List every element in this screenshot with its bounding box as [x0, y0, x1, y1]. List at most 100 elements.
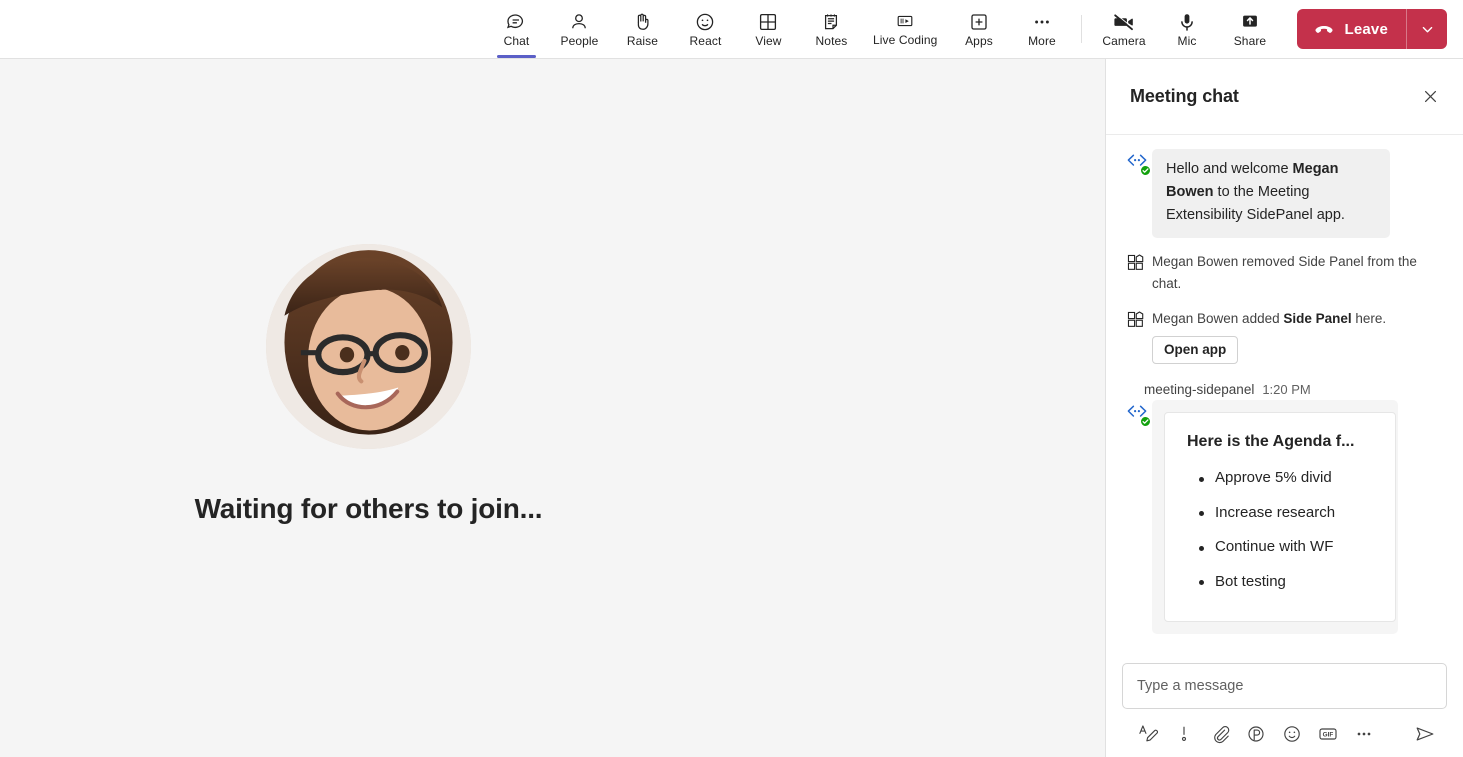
emoji-button[interactable] [1274, 719, 1310, 749]
gif-button[interactable]: GIF [1310, 719, 1346, 749]
meeting-chat-panel: Meeting chat Hello and welcome Megan Bow… [1105, 59, 1463, 757]
toolbar-item-camera[interactable]: Camera [1092, 0, 1155, 58]
toolbar-item-raise[interactable]: Raise [611, 0, 674, 58]
stage-content: Waiting for others to join... [194, 243, 543, 525]
chat-message-meta: meeting-sidepanel 1:20 PM [1106, 370, 1463, 400]
svg-text:GIF: GIF [1323, 732, 1334, 739]
leave-options-button[interactable] [1407, 9, 1447, 49]
system-message-text: Megan Bowen added Side Panel here. [1152, 307, 1386, 330]
toolbar-item-live-coding[interactable]: Live Coding [863, 0, 947, 58]
format-text-icon [1138, 724, 1158, 744]
avatar-photo [265, 243, 471, 449]
agenda-list-item: Continue with WF [1199, 530, 1395, 565]
send-message-button[interactable] [1407, 719, 1443, 749]
toolbar-item-share[interactable]: Share [1218, 0, 1281, 58]
compose-toolbar: GIF [1122, 709, 1447, 749]
toolbar-item-notes[interactable]: Notes [800, 0, 863, 58]
toolbar-item-react[interactable]: React [674, 0, 737, 58]
system-text-part: Megan Bowen added [1152, 311, 1284, 326]
message-input[interactable] [1137, 678, 1432, 694]
toolbar-item-chat[interactable]: Chat [485, 0, 548, 58]
toolbar-item-apps[interactable]: Apps [947, 0, 1010, 58]
toolbar-item-more[interactable]: More [1010, 0, 1073, 58]
message-avatar-gutter [1126, 307, 1152, 329]
toolbar-item-label: Camera [1102, 34, 1146, 48]
agenda-list-item: Bot testing [1199, 565, 1395, 600]
toolbar-item-label: View [755, 34, 782, 48]
agenda-adaptive-card[interactable]: Here is the Agenda f... Approve 5% divid… [1164, 412, 1396, 622]
set-importance-button[interactable] [1166, 719, 1202, 749]
agenda-list-item: Approve 5% divid [1199, 461, 1395, 496]
meeting-toolbar: Chat People Raise React View Notes Live … [0, 0, 1463, 59]
live-coding-icon [894, 10, 916, 32]
verified-check-badge [1140, 165, 1151, 176]
hangup-phone-icon [1313, 18, 1335, 40]
chat-bubble-text: Hello and welcome Megan Bowen to the Mee… [1152, 149, 1390, 238]
agenda-list-item: Increase research [1199, 496, 1395, 531]
chat-message-list[interactable]: Hello and welcome Megan Bowen to the Mee… [1106, 135, 1463, 653]
agenda-card-title: Here is the Agenda f... [1187, 433, 1355, 450]
teams-meeting-window: Chat People Raise React View Notes Live … [0, 0, 1463, 757]
loop-component-icon [1246, 724, 1266, 744]
importance-icon [1174, 724, 1194, 744]
toolbar-item-label: Apps [965, 34, 993, 48]
message-timestamp: 1:20 PM [1262, 382, 1311, 397]
toolbar-divider [1081, 15, 1083, 43]
agenda-card-container: Here is the Agenda f... Approve 5% divid… [1152, 400, 1398, 634]
toolbar-item-label: Notes [815, 34, 848, 48]
toolbar-item-label: Mic [1177, 34, 1197, 48]
attach-file-button[interactable] [1202, 719, 1238, 749]
close-chat-button[interactable] [1415, 82, 1445, 112]
compose-input-box[interactable] [1122, 663, 1447, 709]
meeting-stage: Waiting for others to join... [0, 59, 1105, 757]
chat-compose-area: GIF [1106, 653, 1463, 757]
toolbar-left-spacer [0, 0, 485, 58]
meeting-body: Waiting for others to join... Meeting ch… [0, 59, 1463, 757]
toolbar-item-people[interactable]: People [548, 0, 611, 58]
toolbar-item-label: Live Coding [872, 33, 938, 47]
bot-app-icon [1126, 152, 1151, 176]
apps-package-icon [1126, 310, 1145, 329]
react-smiley-icon [694, 11, 716, 33]
message-avatar-gutter [1126, 149, 1152, 176]
message-avatar-gutter [1126, 250, 1152, 272]
system-text-part: here. [1351, 311, 1387, 326]
toolbar-item-label: More [1028, 34, 1056, 48]
camera-off-icon [1112, 11, 1136, 33]
leave-button-group: Leave [1297, 9, 1447, 49]
toolbar-item-mic[interactable]: Mic [1155, 0, 1218, 58]
attach-paperclip-icon [1210, 724, 1230, 744]
chat-icon [505, 11, 527, 33]
chevron-down-icon [1420, 22, 1435, 37]
system-message-text: Megan Bowen removed Side Panel from the … [1152, 254, 1417, 291]
toolbar-item-label: Share [1233, 34, 1267, 48]
gif-icon: GIF [1317, 724, 1339, 744]
toolbar-item-label: React [689, 34, 722, 48]
chat-panel-title: Meeting chat [1130, 86, 1239, 106]
emoji-icon [1282, 724, 1302, 744]
message-sender-name: meeting-sidepanel [1144, 382, 1255, 397]
system-message-block: Megan Bowen added Side Panel here. Open … [1152, 307, 1386, 364]
more-compose-options-button[interactable] [1346, 719, 1382, 749]
send-arrow-icon [1414, 724, 1436, 744]
system-text-bold: Side Panel [1283, 311, 1352, 326]
agenda-card-list: Approve 5% divid Increase research Conti… [1165, 461, 1395, 599]
toolbar-main-actions: Chat People Raise React View Notes Live … [485, 0, 1463, 58]
more-ellipsis-icon [1031, 11, 1053, 33]
open-app-button[interactable]: Open app [1152, 336, 1239, 364]
chat-message-agenda-card: Here is the Agenda f... Approve 5% divid… [1106, 400, 1463, 640]
raise-hand-icon [631, 11, 653, 33]
close-icon [1422, 88, 1439, 105]
loop-component-button[interactable] [1238, 719, 1274, 749]
toolbar-item-view[interactable]: View [737, 0, 800, 58]
format-text-button[interactable] [1130, 719, 1166, 749]
verified-check-badge [1140, 416, 1151, 427]
chat-message-removed-app: Megan Bowen removed Side Panel from the … [1106, 244, 1463, 301]
microphone-icon [1176, 11, 1198, 33]
leave-button[interactable]: Leave [1297, 9, 1406, 49]
stage-caption: Waiting for others to join... [194, 492, 543, 524]
share-up-arrow-icon [1239, 11, 1261, 33]
apps-package-icon [1126, 253, 1145, 272]
people-icon [568, 11, 590, 33]
more-options-icon [1354, 724, 1374, 744]
